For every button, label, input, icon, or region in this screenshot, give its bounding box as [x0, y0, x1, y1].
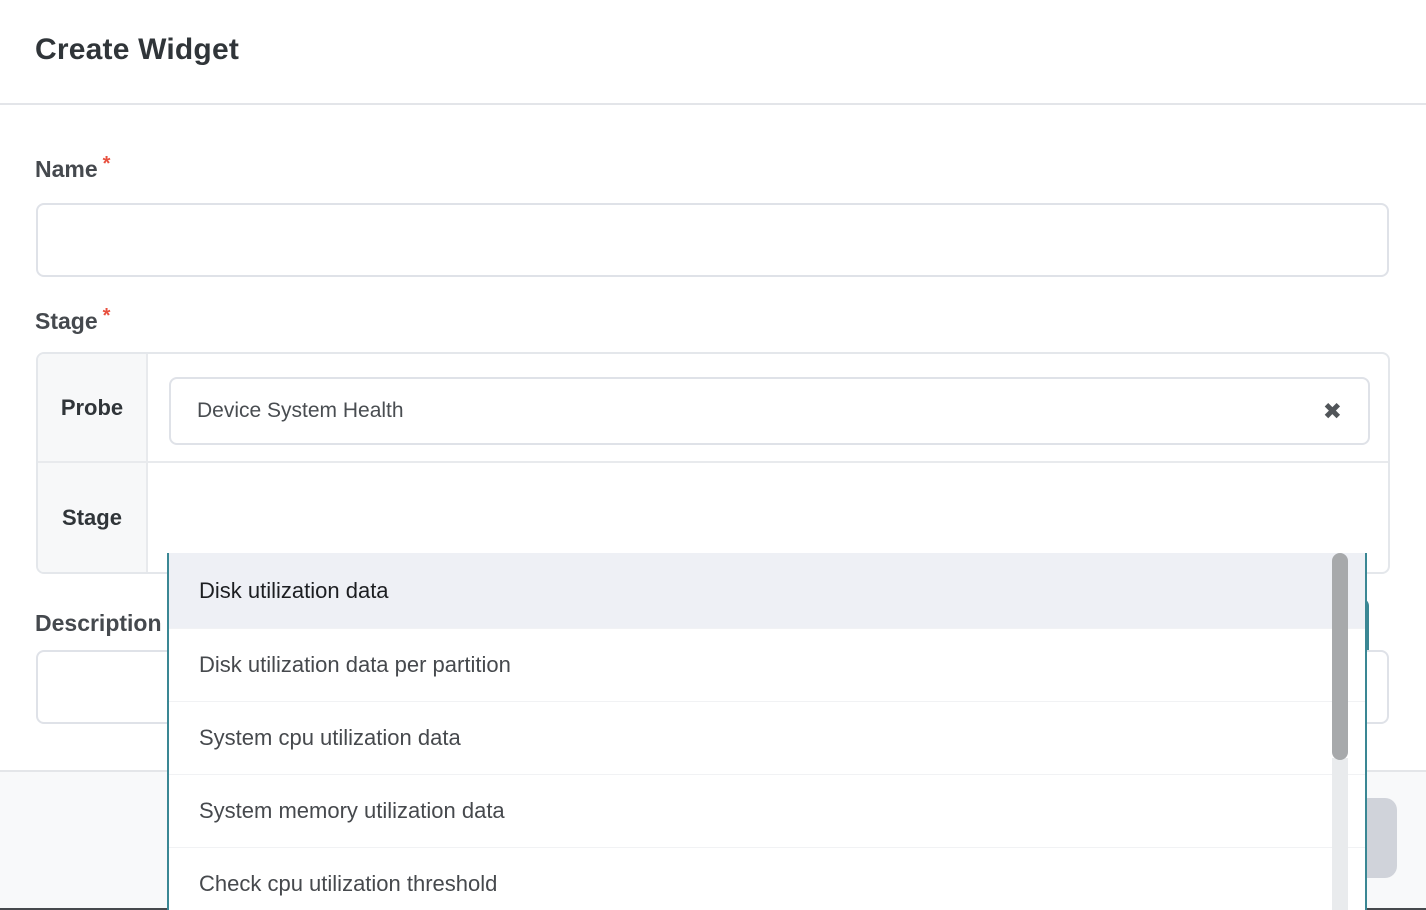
probe-row: Probe Device System Health ✖: [38, 354, 1388, 463]
create-widget-modal: Create Widget Name* Stage* Probe Device …: [0, 0, 1426, 910]
modal-header: Create Widget: [0, 0, 1426, 105]
probe-row-label: Probe: [38, 354, 148, 461]
dropdown-option[interactable]: System cpu utilization data: [169, 701, 1365, 774]
dropdown-option[interactable]: Disk utilization data per partition: [169, 628, 1365, 701]
name-label: Name*: [35, 156, 110, 183]
stage-label: Stage*: [35, 308, 110, 335]
clear-icon[interactable]: ✖: [1323, 400, 1342, 423]
name-label-text: Name: [35, 156, 98, 182]
probe-selected-value: Device System Health: [197, 399, 1323, 423]
page-title: Create Widget: [35, 33, 239, 67]
dropdown-option[interactable]: System memory utilization data: [169, 774, 1365, 847]
description-label: Description: [35, 610, 162, 637]
probe-select[interactable]: Device System Health ✖: [169, 377, 1370, 445]
description-label-text: Description: [35, 610, 162, 636]
name-input[interactable]: [36, 203, 1389, 277]
stage-label-text: Stage: [35, 308, 98, 334]
dropdown-scrollbar-thumb[interactable]: [1332, 553, 1348, 760]
dropdown-option[interactable]: Disk utilization data: [169, 553, 1365, 628]
stage-dropdown-menu: Disk utilization data Disk utilization d…: [167, 553, 1367, 910]
required-asterisk: *: [103, 305, 111, 327]
stage-table: Probe Device System Health ✖ Stage: [36, 352, 1390, 574]
stage-row-label: Stage: [38, 463, 148, 572]
dropdown-scrollbar-track[interactable]: [1332, 758, 1348, 910]
required-asterisk: *: [103, 153, 111, 175]
dropdown-option[interactable]: Check cpu utilization threshold: [169, 847, 1365, 910]
